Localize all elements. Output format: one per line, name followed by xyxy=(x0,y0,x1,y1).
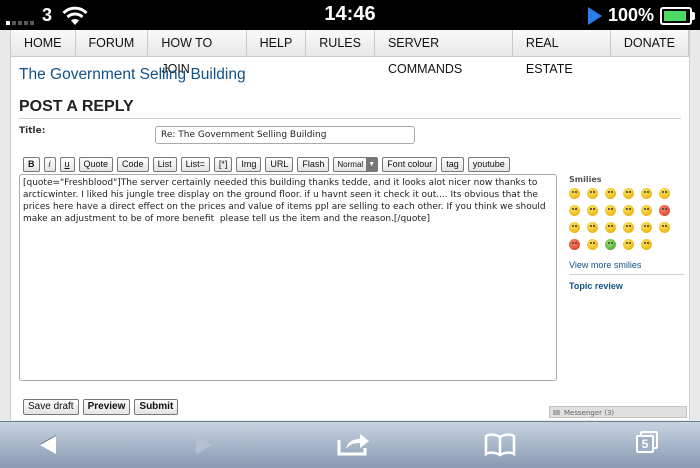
smiley-icon[interactable] xyxy=(641,222,652,233)
status-bar: 3 14:46 100% xyxy=(0,0,700,30)
quote-button[interactable]: Quote xyxy=(78,157,114,172)
smiley-icon[interactable] xyxy=(623,222,634,233)
smiley-icon[interactable] xyxy=(587,205,598,216)
list-button[interactable]: List xyxy=(152,157,177,172)
youtube-button[interactable]: youtube xyxy=(467,157,510,172)
battery-fill xyxy=(664,10,686,21)
forum-page: HOME FORUM HOW TO JOIN HELP RULES SERVER… xyxy=(10,30,690,420)
nav-how-to-join[interactable]: HOW TO JOIN xyxy=(148,30,247,76)
list-item-button[interactable]: [*] xyxy=(213,157,233,172)
nav-forum[interactable]: FORUM xyxy=(76,30,149,56)
battery-percent: 100% xyxy=(607,5,654,25)
view-more-smilies-link[interactable]: View more smilies xyxy=(569,260,684,270)
bbcode-toolbar: B i u Quote Code List List= [*] Img URL … xyxy=(23,157,510,172)
form-buttons: Save draft Preview Submit xyxy=(23,399,179,415)
smilies-panel: Smilies View more smilies Topic review xyxy=(569,175,684,291)
smiley-icon[interactable] xyxy=(641,205,652,216)
font-size-value: Normal xyxy=(337,160,364,169)
font-size-select[interactable]: Normal ▼ xyxy=(333,157,379,172)
smiley-icon[interactable] xyxy=(605,188,616,199)
smiley-icon[interactable] xyxy=(569,205,580,216)
messenger-bar[interactable]: Messenger (3) xyxy=(549,406,687,418)
smiley-icon[interactable] xyxy=(587,239,598,250)
code-button[interactable]: Code xyxy=(117,157,149,172)
share-icon[interactable] xyxy=(336,431,372,457)
img-button[interactable]: Img xyxy=(236,157,262,172)
italic-button[interactable]: i xyxy=(43,157,56,172)
underline-button[interactable]: u xyxy=(59,157,75,172)
smiley-icon[interactable] xyxy=(623,188,634,199)
battery-icon xyxy=(660,6,695,25)
smiley-icon[interactable] xyxy=(641,239,652,250)
title-label: Title: xyxy=(19,126,46,136)
smiley-icon[interactable] xyxy=(569,222,580,233)
url-button[interactable]: URL xyxy=(265,157,294,172)
tag-button[interactable]: tag xyxy=(441,157,464,172)
smilies-grid xyxy=(569,188,684,250)
ordered-list-button[interactable]: List= xyxy=(180,157,210,172)
main-nav: HOME FORUM HOW TO JOIN HELP RULES SERVER… xyxy=(11,30,689,76)
smiley-icon[interactable] xyxy=(605,222,616,233)
smiley-icon[interactable] xyxy=(659,205,670,216)
smiley-icon[interactable] xyxy=(659,188,670,199)
smiley-icon[interactable] xyxy=(641,188,652,199)
smiley-icon[interactable] xyxy=(623,239,634,250)
nav-donate[interactable]: DONATE xyxy=(611,30,689,56)
messenger-icon xyxy=(553,410,560,415)
nav-real-estate[interactable]: REAL ESTATE xyxy=(513,30,611,76)
forward-arrow-icon[interactable] xyxy=(196,436,212,454)
smiley-icon[interactable] xyxy=(605,239,616,250)
smiley-icon[interactable] xyxy=(605,205,616,216)
sidebar-divider xyxy=(569,274,684,275)
smiley-icon[interactable] xyxy=(587,222,598,233)
submit-button[interactable]: Submit xyxy=(134,399,179,415)
title-input[interactable] xyxy=(155,126,415,144)
smiley-icon[interactable] xyxy=(569,188,580,199)
flash-button[interactable]: Flash xyxy=(297,157,330,172)
smiley-icon[interactable] xyxy=(587,188,598,199)
smilies-title: Smilies xyxy=(569,175,602,184)
bookmarks-icon[interactable] xyxy=(484,433,516,457)
tab-count: 5 xyxy=(636,435,654,453)
heading-divider xyxy=(19,118,681,119)
smiley-icon[interactable] xyxy=(659,222,670,233)
status-right: 100% xyxy=(587,5,695,26)
messenger-label: Messenger (3) xyxy=(564,409,615,417)
font-colour-button[interactable]: Font colour xyxy=(382,157,438,172)
smiley-icon[interactable] xyxy=(569,239,580,250)
nav-rules[interactable]: RULES xyxy=(306,30,375,56)
bold-button[interactable]: B xyxy=(23,157,40,172)
topic-title-link[interactable]: The Government Selling Building xyxy=(19,66,246,84)
chevron-down-icon: ▼ xyxy=(366,158,378,171)
play-icon xyxy=(587,6,602,25)
nav-server-commands[interactable]: SERVER COMMANDS xyxy=(375,30,513,76)
preview-button[interactable]: Preview xyxy=(82,399,131,415)
back-arrow-icon[interactable] xyxy=(40,436,56,454)
smiley-icon[interactable] xyxy=(623,205,634,216)
save-draft-button[interactable]: Save draft xyxy=(23,399,79,415)
post-reply-heading: POST A REPLY xyxy=(19,98,134,115)
message-textarea[interactable]: [quote="Freshblood"]The server certainly… xyxy=(19,174,557,381)
browser-toolbar: 5 xyxy=(0,421,700,468)
nav-home[interactable]: HOME xyxy=(11,30,76,56)
tabs-icon[interactable]: 5 xyxy=(636,431,658,453)
topic-review-link[interactable]: Topic review xyxy=(569,281,684,291)
nav-help[interactable]: HELP xyxy=(247,30,307,56)
